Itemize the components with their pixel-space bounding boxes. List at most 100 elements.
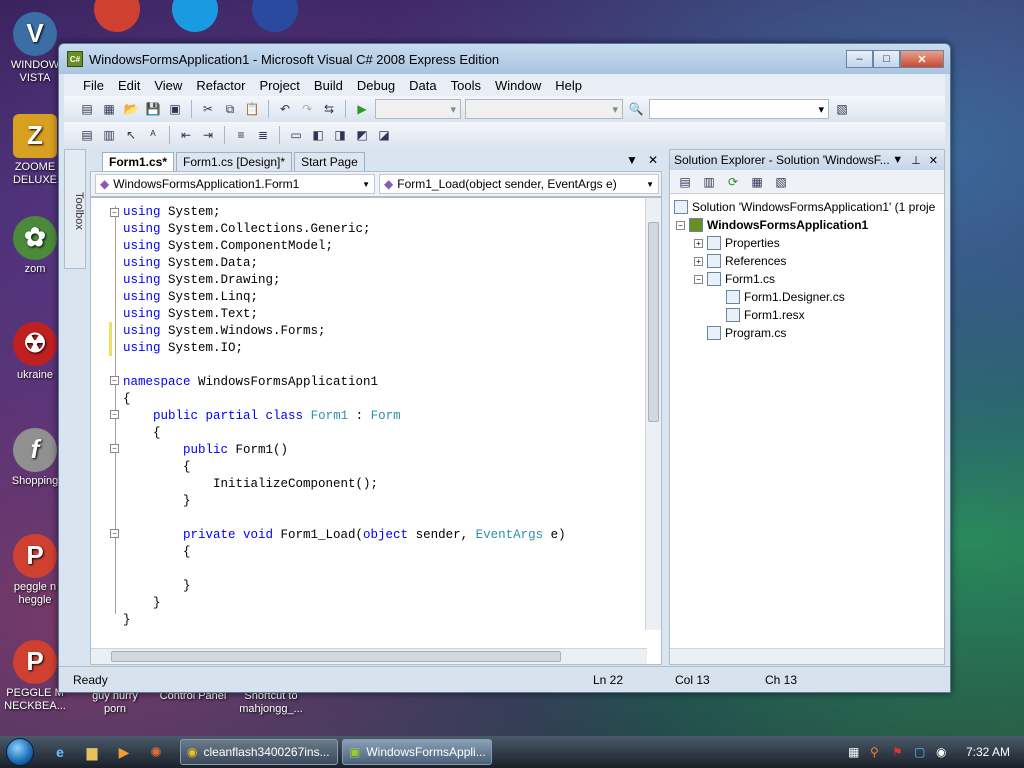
save-icon[interactable]: 💾 bbox=[144, 100, 162, 118]
network-icon[interactable]: ▦ bbox=[848, 745, 862, 759]
expand-icon[interactable]: + bbox=[694, 238, 703, 248]
menu-data[interactable]: Data bbox=[402, 78, 443, 93]
tab-start-page[interactable]: Start Page bbox=[294, 152, 365, 171]
find-combo[interactable]: ▾ bbox=[649, 99, 829, 119]
close-icon[interactable]: ✕ bbox=[929, 154, 938, 167]
open-icon[interactable]: 📂 bbox=[122, 100, 140, 118]
start-debugging-icon[interactable]: ▶ bbox=[353, 100, 371, 118]
cut-icon[interactable]: ✂ bbox=[199, 100, 217, 118]
minimize-button[interactable]: – bbox=[846, 50, 873, 68]
close-button[interactable]: ✕ bbox=[900, 50, 944, 68]
collapse-icon[interactable]: − bbox=[676, 220, 685, 230]
volume-icon[interactable]: ◉ bbox=[936, 745, 950, 759]
collapse-icon[interactable]: − bbox=[694, 274, 703, 284]
media-player-icon[interactable]: ▶ bbox=[112, 740, 136, 764]
show-all-files-icon[interactable]: ▥ bbox=[700, 173, 718, 191]
menu-file[interactable]: File bbox=[76, 78, 111, 93]
title-bar[interactable]: C# WindowsFormsApplication1 - Microsoft … bbox=[59, 44, 950, 74]
internet-explorer-icon[interactable]: e bbox=[48, 740, 72, 764]
decrease-indent-icon[interactable]: ⇤ bbox=[177, 126, 195, 144]
pin-icon[interactable]: ⊥ bbox=[911, 154, 921, 167]
class-combo[interactable]: ◆ WindowsFormsApplication1.Form1 ▼ bbox=[95, 174, 375, 194]
flag-icon[interactable]: ⚑ bbox=[892, 745, 906, 759]
tree-item-project[interactable]: − WindowsFormsApplication1 bbox=[674, 216, 944, 234]
new-project-icon[interactable]: ▤ bbox=[78, 100, 96, 118]
properties-icon[interactable]: ▤ bbox=[676, 173, 694, 191]
taskbar-button-cleanflash[interactable]: ◉ cleanflash3400267ins... bbox=[180, 739, 338, 765]
solution-explorer-header[interactable]: Solution Explorer - Solution 'WindowsF..… bbox=[670, 150, 944, 170]
code-editor[interactable]: − − − − − using System; using System.Col… bbox=[90, 197, 662, 665]
display-object-icon[interactable]: ▤ bbox=[78, 126, 96, 144]
menu-tools[interactable]: Tools bbox=[444, 78, 488, 93]
skype-top-icon[interactable] bbox=[172, 0, 218, 32]
menu-edit[interactable]: Edit bbox=[111, 78, 147, 93]
config-combo[interactable]: ▾ bbox=[375, 99, 461, 119]
search-icon[interactable]: ⚲ bbox=[870, 745, 884, 759]
toggle-bookmark-icon[interactable]: ◪ bbox=[375, 126, 393, 144]
solution-explorer-icon[interactable]: ▧ bbox=[833, 100, 851, 118]
parameter-info-icon[interactable]: ▥ bbox=[100, 126, 118, 144]
add-item-icon[interactable]: ▦ bbox=[100, 100, 118, 118]
collapse-icon[interactable]: − bbox=[110, 376, 119, 385]
comment-icon[interactable]: ≡ bbox=[232, 126, 250, 144]
tab-form1-design[interactable]: Form1.cs [Design]* bbox=[176, 152, 293, 171]
close-tab-icon[interactable]: ✕ bbox=[648, 153, 658, 167]
scroll-thumb[interactable] bbox=[648, 222, 659, 422]
tree-item-form1-resx[interactable]: Form1.resx bbox=[674, 306, 944, 324]
word-complete-icon[interactable]: ᴬ bbox=[144, 126, 162, 144]
bookmark-icon[interactable]: ▭ bbox=[287, 126, 305, 144]
menu-project[interactable]: Project bbox=[252, 78, 306, 93]
app-quicklaunch-icon[interactable]: ✺ bbox=[144, 740, 168, 764]
horizontal-scrollbar[interactable] bbox=[91, 648, 647, 664]
display-icon[interactable]: ▢ bbox=[914, 745, 928, 759]
collapse-icon[interactable]: − bbox=[110, 208, 119, 217]
tree-item-form1-designer[interactable]: Form1.Designer.cs bbox=[674, 288, 944, 306]
quick-info-icon[interactable]: ↖ bbox=[122, 126, 140, 144]
tab-list-icon[interactable]: ▼ bbox=[626, 153, 638, 167]
menu-view[interactable]: View bbox=[147, 78, 189, 93]
start-button[interactable] bbox=[0, 736, 40, 768]
tree-item-solution[interactable]: Solution 'WindowsFormsApplication1' (1 p… bbox=[674, 198, 944, 216]
desktop-icon-mahjongg[interactable]: Shortcut to mahjongg_... bbox=[236, 690, 306, 716]
prev-bookmark-icon[interactable]: ◧ bbox=[309, 126, 327, 144]
maximize-button[interactable]: □ bbox=[873, 50, 900, 68]
desktop-icon-guy[interactable]: guy hurry porn bbox=[80, 690, 150, 716]
redo-icon[interactable]: ↷ bbox=[298, 100, 316, 118]
tree-item-properties[interactable]: + Properties bbox=[674, 234, 944, 252]
copy-icon[interactable]: ⧉ bbox=[221, 100, 239, 118]
tree-item-form1[interactable]: − Form1.cs bbox=[674, 270, 944, 288]
menu-help[interactable]: Help bbox=[548, 78, 589, 93]
save-all-icon[interactable]: ▣ bbox=[166, 100, 184, 118]
clock[interactable]: 7:32 AM bbox=[966, 745, 1010, 759]
dropdown-icon[interactable]: ▼ bbox=[892, 154, 903, 167]
undo-icon[interactable]: ↶ bbox=[276, 100, 294, 118]
next-bookmark-icon[interactable]: ◨ bbox=[331, 126, 349, 144]
peggle-top-icon[interactable] bbox=[94, 0, 140, 32]
vertical-scrollbar[interactable] bbox=[645, 198, 661, 630]
tree-item-program[interactable]: Program.cs bbox=[674, 324, 944, 342]
toolbox-tab[interactable]: Toolbox bbox=[64, 149, 86, 269]
clear-bookmarks-icon[interactable]: ◩ bbox=[353, 126, 371, 144]
collapse-icon[interactable]: − bbox=[110, 529, 119, 538]
expand-icon[interactable]: + bbox=[694, 256, 703, 266]
paste-icon[interactable]: 📋 bbox=[243, 100, 261, 118]
taskbar-button-vs[interactable]: ▣ WindowsFormsAppli... bbox=[342, 739, 492, 765]
view-designer-icon[interactable]: ▧ bbox=[772, 173, 790, 191]
increase-indent-icon[interactable]: ⇥ bbox=[199, 126, 217, 144]
menu-refactor[interactable]: Refactor bbox=[189, 78, 252, 93]
folder-icon[interactable]: ▆ bbox=[80, 740, 104, 764]
tab-form1-cs[interactable]: Form1.cs* bbox=[102, 152, 175, 171]
find-icon[interactable]: 🔍 bbox=[627, 100, 645, 118]
globe-top-icon[interactable] bbox=[252, 0, 298, 32]
collapse-icon[interactable]: − bbox=[110, 410, 119, 419]
refresh-icon[interactable]: ⟳ bbox=[724, 173, 742, 191]
menu-build[interactable]: Build bbox=[307, 78, 350, 93]
platform-combo[interactable]: ▾ bbox=[465, 99, 623, 119]
collapse-icon[interactable]: − bbox=[110, 444, 119, 453]
tree-item-references[interactable]: + References bbox=[674, 252, 944, 270]
menu-window[interactable]: Window bbox=[488, 78, 548, 93]
scroll-thumb[interactable] bbox=[111, 651, 561, 662]
menu-debug[interactable]: Debug bbox=[350, 78, 402, 93]
view-code-icon[interactable]: ▦ bbox=[748, 173, 766, 191]
navigate-icon[interactable]: ⇆ bbox=[320, 100, 338, 118]
